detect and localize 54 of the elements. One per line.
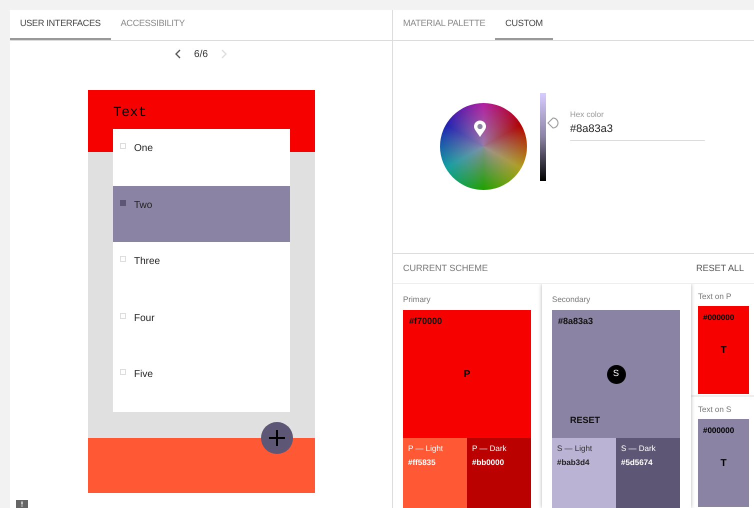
page-indicator: 6/6 bbox=[194, 48, 208, 62]
reset-button[interactable]: RESET bbox=[570, 414, 600, 427]
list-item[interactable]: Two bbox=[113, 186, 290, 242]
list-item-label: Four bbox=[134, 312, 155, 326]
list-item-label: One bbox=[134, 142, 153, 156]
card-label: Primary bbox=[403, 294, 432, 306]
hex-code: #f70000 bbox=[409, 315, 442, 328]
color-swatch[interactable]: #000000 T bbox=[698, 306, 749, 394]
checkbox-icon bbox=[120, 312, 126, 319]
location-pin-icon[interactable] bbox=[473, 120, 487, 138]
list-item-label: Five bbox=[134, 368, 153, 382]
tab[interactable]: MATERIAL PALETTE bbox=[393, 10, 496, 40]
add-button[interactable] bbox=[261, 422, 293, 454]
hex-code: #000000 bbox=[703, 312, 734, 324]
hex-code: #5d5674 bbox=[621, 457, 654, 469]
list-item-label: Three bbox=[134, 255, 160, 270]
hex-input[interactable]: #8a83a3 bbox=[570, 121, 705, 140]
hex-code: #bab3d4 bbox=[557, 457, 590, 469]
hex-code: #bb0000 bbox=[472, 457, 506, 469]
shade-label: S — Light bbox=[557, 443, 594, 455]
checkbox-icon bbox=[120, 256, 126, 262]
color-swatch[interactable]: #8a83a3 S RESET bbox=[552, 310, 680, 438]
card-label: Text on P bbox=[698, 291, 732, 303]
chevron-left-icon[interactable] bbox=[174, 49, 182, 59]
hex-code: #ff5835 bbox=[408, 457, 437, 469]
list-item-label: Two bbox=[134, 198, 152, 213]
card-label: Secondary bbox=[552, 294, 592, 306]
app-bar-title: Text bbox=[113, 105, 147, 121]
shade-swatch[interactable]: S — Dark #5d5674 bbox=[616, 438, 680, 508]
reset-all-button[interactable]: RESET ALL bbox=[696, 262, 744, 276]
shade-swatch[interactable]: P — Dark #bb0000 bbox=[467, 438, 531, 508]
color-swatch[interactable]: #f70000 P bbox=[403, 310, 531, 438]
swatch-letter: P bbox=[464, 368, 470, 382]
checkbox-icon bbox=[120, 369, 126, 376]
hex-code: #8a83a3 bbox=[558, 315, 594, 328]
swatch-letter: T bbox=[720, 456, 727, 470]
section-title: CURRENT SCHEME bbox=[403, 262, 488, 275]
checkbox-icon bbox=[120, 143, 126, 149]
shade-swatch[interactable]: S — Light #bab3d4 bbox=[552, 438, 616, 508]
field-label: Hex color bbox=[570, 109, 605, 121]
feedback-icon[interactable] bbox=[16, 500, 28, 508]
plus-icon bbox=[268, 429, 286, 447]
checkbox-icon bbox=[120, 200, 126, 206]
shade-label: P — Dark bbox=[472, 443, 508, 455]
tab[interactable]: ACCESSIBILITY bbox=[110, 10, 195, 40]
shade-label: P — Light bbox=[408, 443, 444, 455]
swatch-letter: T bbox=[720, 344, 727, 358]
color-swatch[interactable]: #000000 T bbox=[698, 419, 749, 507]
card-label: Text on S bbox=[698, 404, 732, 416]
hex-code: #000000 bbox=[703, 425, 734, 437]
shade-label: S — Dark bbox=[621, 443, 657, 455]
tab[interactable]: USER INTERFACES bbox=[10, 10, 111, 40]
letter-badge: S bbox=[606, 364, 626, 384]
tab[interactable]: CUSTOM bbox=[495, 10, 553, 40]
